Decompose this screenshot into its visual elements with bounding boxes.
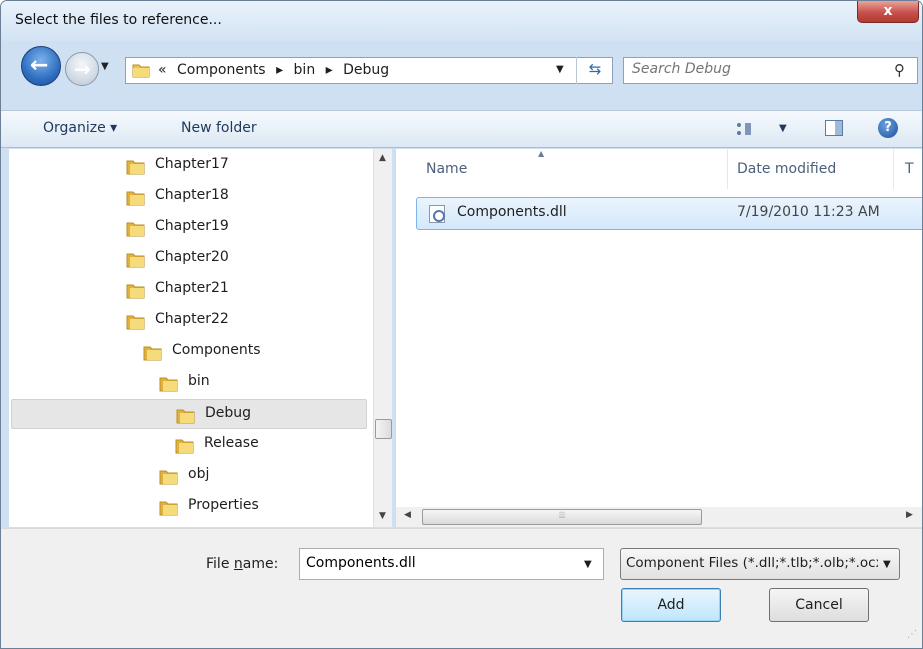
address-dropdown-icon[interactable]: ▼ xyxy=(556,64,564,75)
preview-pane-icon[interactable] xyxy=(825,120,843,136)
folder-icon xyxy=(126,253,145,268)
close-button[interactable]: x xyxy=(857,1,919,23)
breadcrumb: « Components ▸ bin ▸ Debug xyxy=(158,62,395,78)
tree-item-label: Chapter17 xyxy=(155,156,229,172)
file-date: 7/19/2010 11:23 AM xyxy=(737,204,880,220)
tree-item[interactable]: Components xyxy=(11,337,367,367)
tree-item-label: Release xyxy=(204,435,259,451)
window-title: Select the files to reference... xyxy=(15,12,222,28)
breadcrumb-item[interactable]: Debug xyxy=(343,62,389,78)
organize-button[interactable]: Organize ▾ xyxy=(43,120,117,136)
file-name-label: File name: xyxy=(206,556,279,572)
file-name-dropdown-icon[interactable]: ▼ xyxy=(584,559,592,570)
folder-icon xyxy=(126,284,145,299)
column-header-type[interactable]: T xyxy=(905,161,914,177)
dll-file-icon xyxy=(429,205,445,223)
scroll-thumb[interactable] xyxy=(375,419,392,439)
tree-item[interactable]: Chapter17 xyxy=(11,151,367,181)
column-header-name[interactable]: Name xyxy=(426,161,467,177)
folder-icon xyxy=(159,470,178,485)
folder-icon xyxy=(159,377,178,392)
breadcrumb-overflow[interactable]: « xyxy=(158,62,167,78)
forward-arrow-icon: → xyxy=(74,57,91,81)
folder-icon xyxy=(143,346,162,361)
address-bar[interactable]: « Components ▸ bin ▸ Debug ▼ ⇆ xyxy=(125,57,613,84)
tree-item[interactable]: Properties xyxy=(11,492,367,522)
column-divider[interactable] xyxy=(893,149,894,189)
scroll-up-icon[interactable]: ▲ xyxy=(379,153,386,163)
resize-grip-icon[interactable]: ⋰ xyxy=(907,629,917,640)
folder-icon xyxy=(132,64,150,78)
folder-icon xyxy=(126,191,145,206)
tree-item[interactable]: Chapter18 xyxy=(11,182,367,212)
recent-locations-dropdown[interactable]: ▼ xyxy=(101,61,109,72)
tree-item-label: Chapter21 xyxy=(155,280,229,296)
tree-item[interactable]: Release xyxy=(11,430,367,460)
scroll-down-icon[interactable]: ▼ xyxy=(379,511,386,521)
folder-icon xyxy=(175,439,194,454)
new-folder-button[interactable]: New folder xyxy=(181,120,257,136)
search-input[interactable] xyxy=(632,61,882,77)
column-header-date-modified[interactable]: Date modified xyxy=(737,161,836,177)
horizontal-scrollbar[interactable]: ◀ ⦙⦙⦙ ▶ xyxy=(395,507,922,527)
file-name-combo[interactable]: ▼ xyxy=(299,548,604,580)
breadcrumb-item[interactable]: Components xyxy=(177,62,266,78)
tree-item-label: Chapter18 xyxy=(155,187,229,203)
file-name: Components.dll xyxy=(457,204,567,220)
tree-item[interactable]: bin xyxy=(11,368,367,398)
tree-item[interactable]: Chapter19 xyxy=(11,213,367,243)
back-arrow-icon: ← xyxy=(30,53,49,78)
command-toolbar: Organize ▾ New folder ▼ ? xyxy=(1,110,922,148)
tree-item[interactable]: Chapter22 xyxy=(11,306,367,336)
tree-item-label: obj xyxy=(188,466,210,482)
views-icon[interactable] xyxy=(737,123,751,135)
file-type-filter[interactable]: Component Files (*.dll;*.tlb;*.olb;*.ocx… xyxy=(620,548,900,580)
title-bar[interactable]: Select the files to reference... x xyxy=(1,1,922,41)
tree-item-label: Chapter19 xyxy=(155,218,229,234)
breadcrumb-item[interactable]: bin xyxy=(294,62,316,78)
tree-item[interactable]: obj xyxy=(11,461,367,491)
add-button[interactable]: Add xyxy=(621,588,721,622)
tree-item[interactable]: Debug xyxy=(11,399,367,429)
scroll-left-icon[interactable]: ◀ xyxy=(404,510,411,520)
file-type-filter-value: Component Files (*.dll;*.tlb;*.olb;*.ocx… xyxy=(626,555,878,571)
folder-icon xyxy=(126,315,145,330)
file-dialog-window: Select the files to reference... x ← → ▼… xyxy=(0,0,923,649)
dialog-footer: File name: ▼ Component Files (*.dll;*.tl… xyxy=(1,528,922,648)
navigation-pane: Chapter17 Chapter18 Chapter19 Chapter20 Chap… xyxy=(9,149,373,527)
folder-icon xyxy=(159,501,178,516)
tree-item-label: Properties xyxy=(188,497,259,513)
navigation-scrollbar[interactable]: ▲ ▼ xyxy=(373,149,392,527)
breadcrumb-separator[interactable]: ▸ xyxy=(276,62,283,78)
scroll-thumb[interactable]: ⦙⦙⦙ xyxy=(422,509,702,525)
tree-item-label: Debug xyxy=(205,405,252,421)
breadcrumb-separator[interactable]: ▸ xyxy=(326,62,333,78)
views-dropdown-icon[interactable]: ▼ xyxy=(779,123,787,134)
tree-item-label: Chapter20 xyxy=(155,249,229,265)
search-icon[interactable]: ⚲ xyxy=(894,61,905,79)
folder-icon xyxy=(126,222,145,237)
cancel-button[interactable]: Cancel xyxy=(769,588,869,622)
forward-button[interactable]: → xyxy=(65,52,99,86)
tree-item[interactable]: Chapter20 xyxy=(11,244,367,274)
help-icon[interactable]: ? xyxy=(878,118,898,138)
tree-item-label: bin xyxy=(188,373,210,389)
filter-dropdown-icon[interactable]: ▼ xyxy=(883,559,891,570)
folder-icon xyxy=(126,160,145,175)
file-row[interactable]: Components.dll 7/19/2010 11:23 AM A xyxy=(416,197,922,230)
tree-item-label: Chapter22 xyxy=(155,311,229,327)
file-list: ▲ Name Date modified T Components.dll 7/… xyxy=(395,149,922,507)
sort-ascending-icon: ▲ xyxy=(538,149,545,158)
scroll-right-icon[interactable]: ▶ xyxy=(906,510,913,520)
folder-icon xyxy=(176,409,195,424)
column-divider[interactable] xyxy=(727,149,728,189)
tree-item[interactable]: Chapter21 xyxy=(11,275,367,305)
back-button[interactable]: ← xyxy=(21,46,61,86)
refresh-button[interactable]: ⇆ xyxy=(576,57,613,84)
search-box[interactable]: ⚲ xyxy=(623,57,918,84)
tree-item-label: Components xyxy=(172,342,261,358)
file-name-input[interactable] xyxy=(306,555,566,571)
